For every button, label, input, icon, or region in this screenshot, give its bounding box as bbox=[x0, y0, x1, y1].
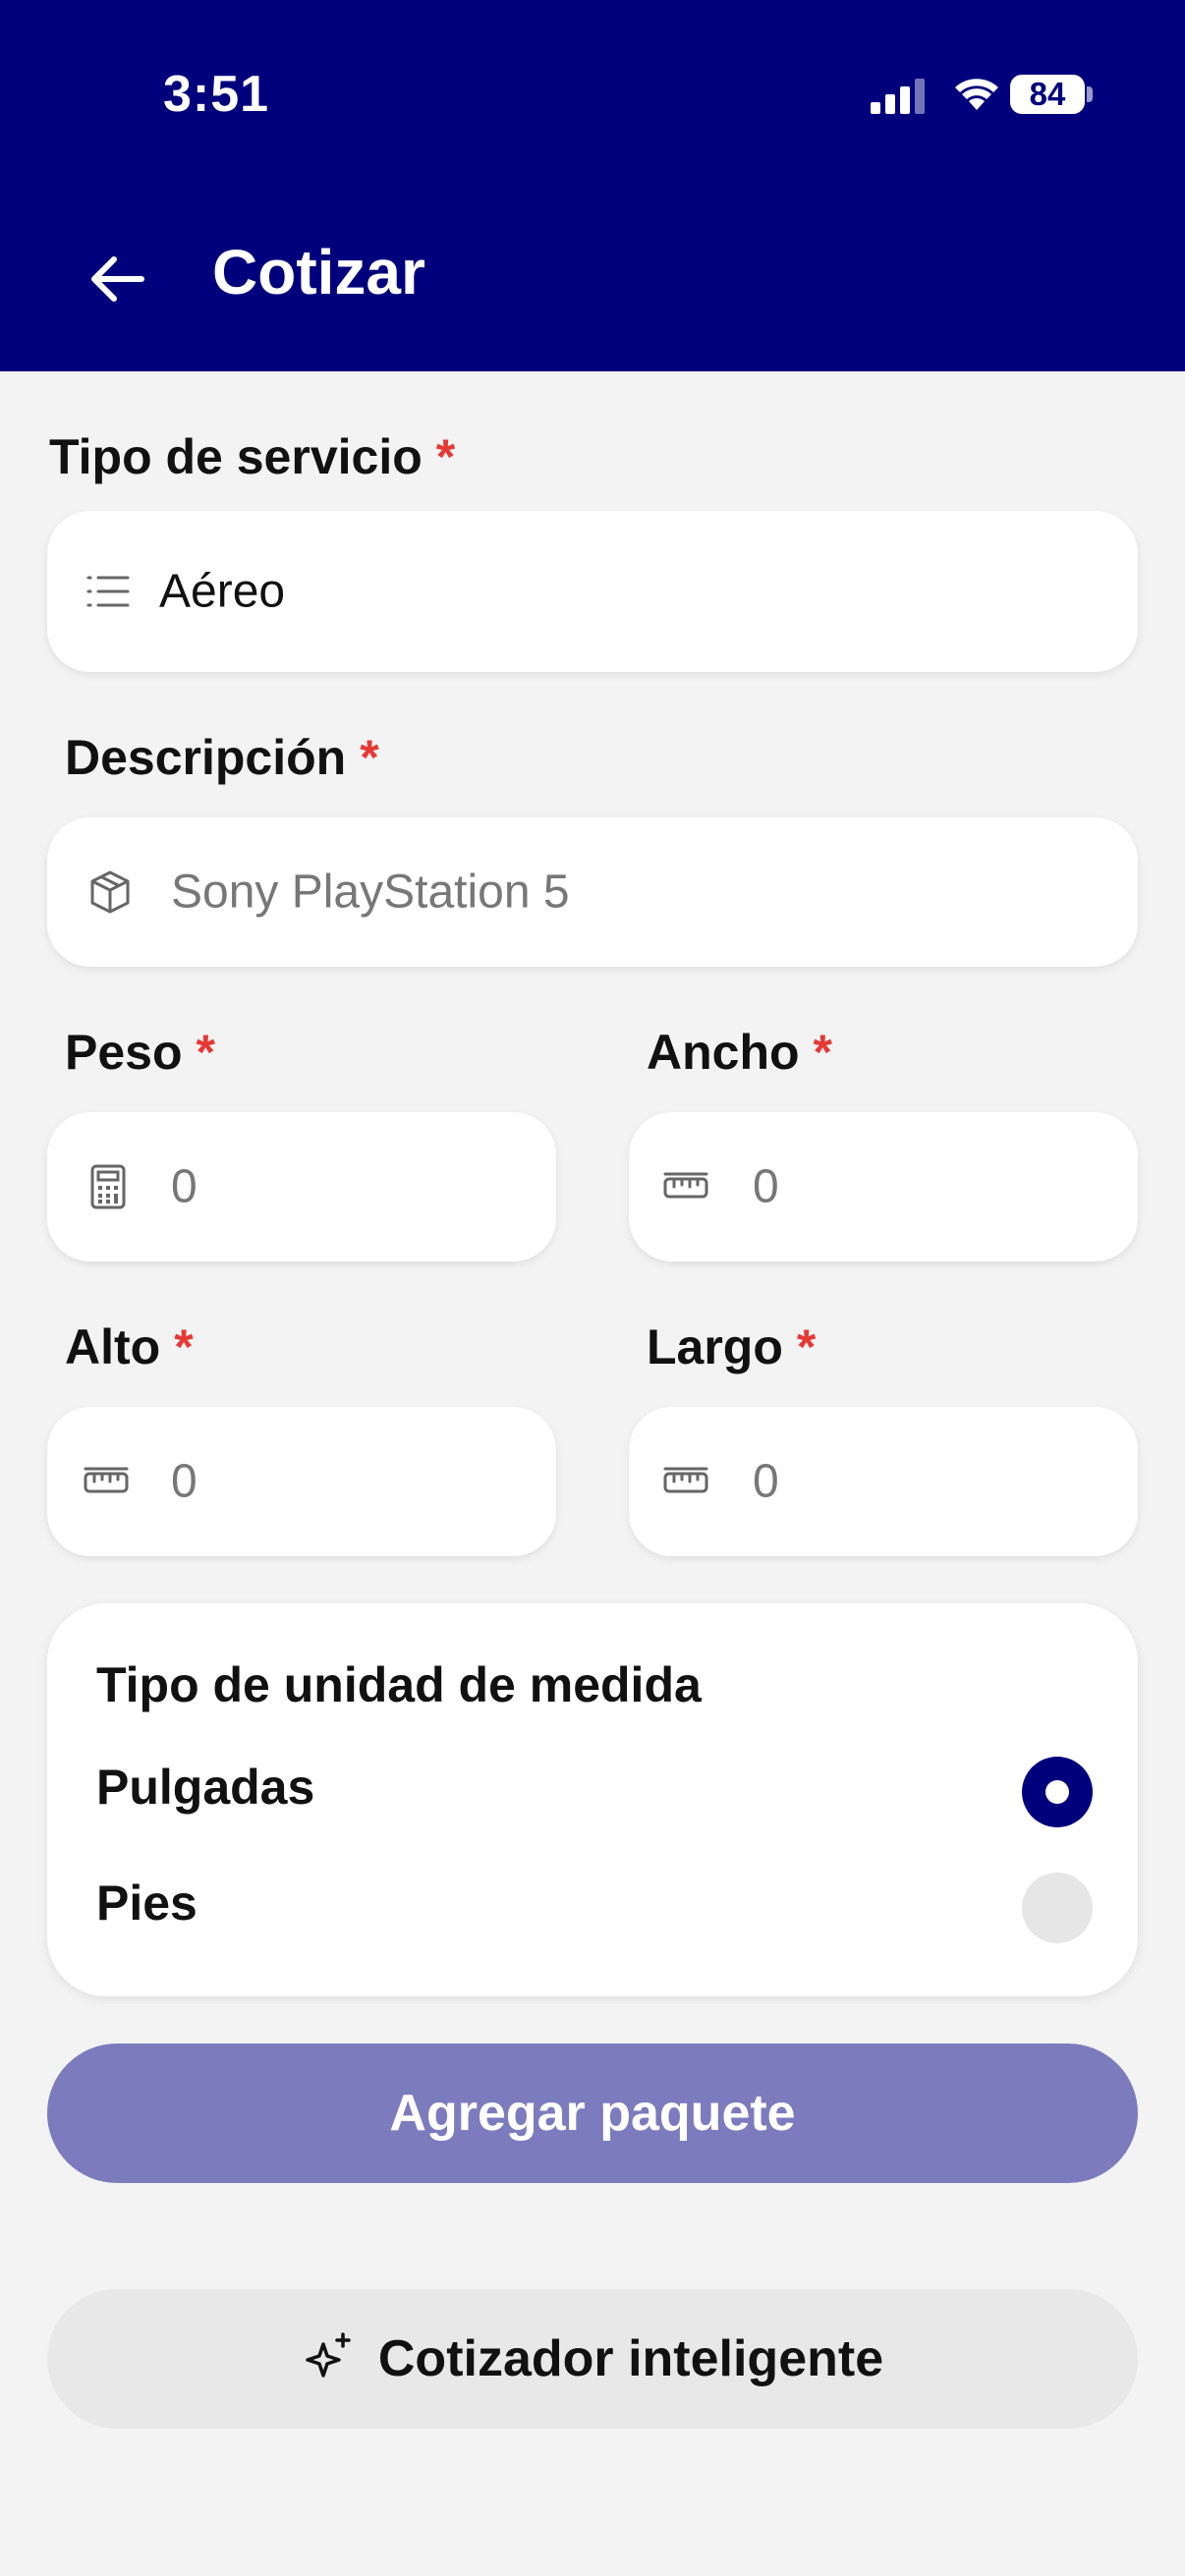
unit-option-feet-label[interactable]: Pies bbox=[96, 1875, 198, 1932]
length-input[interactable]: 0 bbox=[629, 1407, 1138, 1556]
width-input[interactable]: 0 bbox=[629, 1112, 1138, 1261]
required-mark: * bbox=[435, 429, 456, 484]
required-mark: * bbox=[796, 1319, 817, 1374]
description-input[interactable]: Sony PlayStation 5 bbox=[47, 817, 1138, 967]
unit-option-inches-radio[interactable] bbox=[1022, 1757, 1093, 1827]
status-time: 3:51 bbox=[163, 66, 270, 123]
signal-icon bbox=[871, 79, 925, 114]
calculator-icon bbox=[90, 1164, 126, 1209]
length-label-text: Largo bbox=[647, 1319, 783, 1374]
unit-type-title: Tipo de unidad de medida bbox=[96, 1657, 702, 1712]
app-header: 3:51 84 Cotizar bbox=[0, 0, 1185, 371]
service-type-label-text: Tipo de servicio bbox=[49, 429, 423, 484]
wifi-icon bbox=[955, 79, 998, 110]
ruler-icon bbox=[84, 1467, 129, 1493]
unit-type-card: Tipo de unidad de medida Pulgadas Pies bbox=[47, 1603, 1138, 1996]
width-label: Ancho * bbox=[647, 1024, 832, 1081]
weight-input[interactable]: 0 bbox=[47, 1112, 556, 1261]
length-label: Largo * bbox=[647, 1318, 816, 1375]
required-mark: * bbox=[813, 1025, 833, 1080]
height-label-text: Alto bbox=[65, 1319, 161, 1374]
service-type-value: Aéreo bbox=[159, 565, 286, 618]
back-button[interactable] bbox=[83, 244, 153, 314]
add-package-button[interactable]: Agregar paquete bbox=[47, 2044, 1138, 2183]
service-type-select[interactable]: Aéreo bbox=[47, 511, 1138, 672]
ruler-icon bbox=[663, 1172, 708, 1199]
height-placeholder: 0 bbox=[171, 1455, 198, 1508]
required-mark: * bbox=[196, 1025, 215, 1080]
weight-placeholder: 0 bbox=[171, 1160, 198, 1213]
required-mark: * bbox=[360, 730, 379, 785]
unit-option-inches-label[interactable]: Pulgadas bbox=[96, 1759, 314, 1816]
description-label: Descripción * bbox=[65, 729, 379, 786]
weight-label: Peso * bbox=[65, 1024, 215, 1081]
smart-quote-button[interactable]: Cotizador inteligente bbox=[47, 2289, 1138, 2429]
list-icon bbox=[86, 576, 130, 607]
smart-quote-label: Cotizador inteligente bbox=[377, 2330, 884, 2387]
battery-indicator: 84 bbox=[1010, 75, 1085, 114]
length-placeholder: 0 bbox=[753, 1455, 779, 1508]
width-placeholder: 0 bbox=[753, 1160, 779, 1213]
ruler-icon bbox=[663, 1467, 708, 1493]
status-icons: 84 bbox=[871, 69, 1185, 124]
required-mark: * bbox=[174, 1319, 194, 1374]
package-icon bbox=[90, 870, 130, 914]
description-label-text: Descripción bbox=[65, 730, 347, 785]
battery-tip bbox=[1087, 86, 1093, 102]
weight-label-text: Peso bbox=[65, 1025, 183, 1080]
page-title: Cotizar bbox=[212, 237, 425, 308]
service-type-label: Tipo de servicio * bbox=[49, 428, 455, 485]
arrow-left-icon bbox=[91, 256, 144, 302]
description-placeholder: Sony PlayStation 5 bbox=[171, 866, 570, 919]
sparkles-icon bbox=[306, 2332, 351, 2379]
width-label-text: Ancho bbox=[647, 1025, 800, 1080]
height-label: Alto * bbox=[65, 1318, 194, 1375]
height-input[interactable]: 0 bbox=[47, 1407, 556, 1556]
unit-option-feet-radio[interactable] bbox=[1022, 1873, 1093, 1943]
